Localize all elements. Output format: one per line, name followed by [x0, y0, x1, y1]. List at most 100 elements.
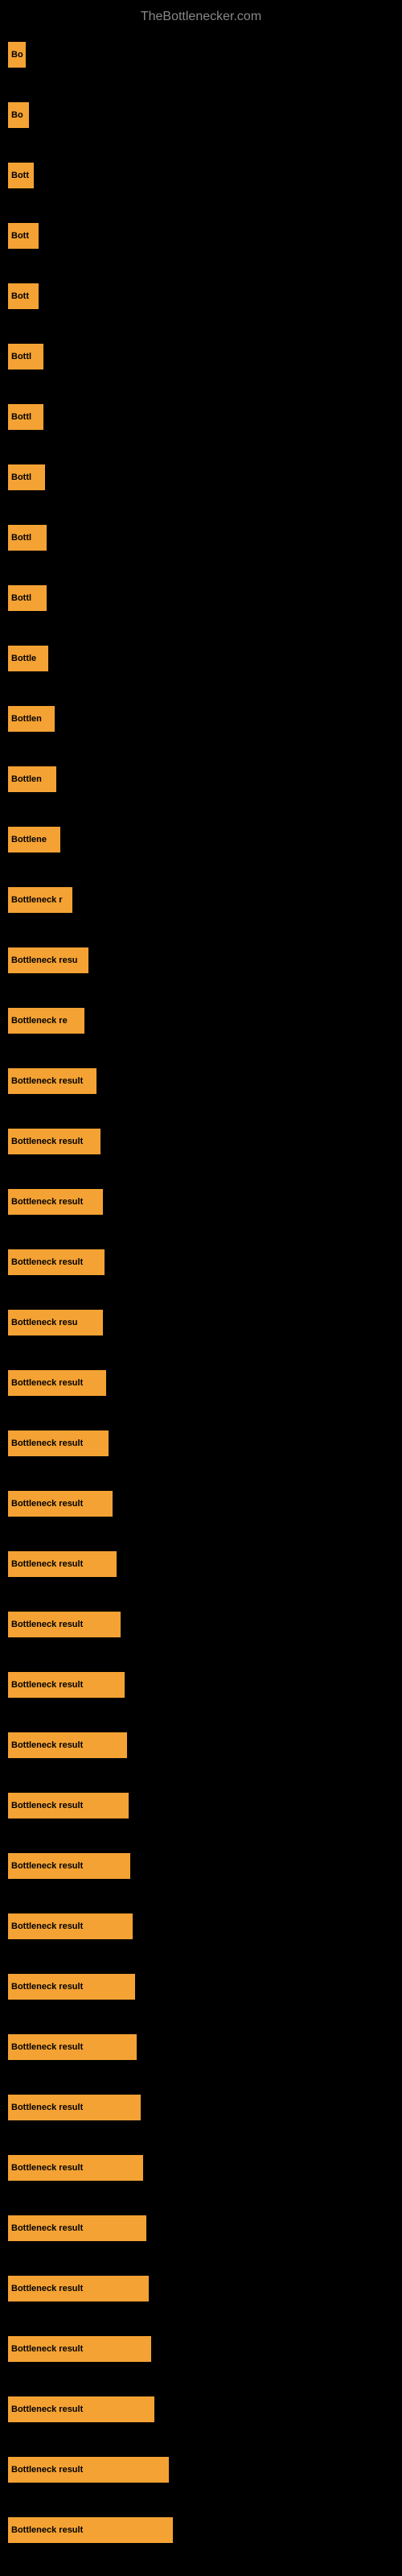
- bar-row: Bottleneck result: [8, 1594, 394, 1654]
- bar-row: Bottleneck resu: [8, 930, 394, 990]
- bar-item: Bottleneck result: [8, 1249, 105, 1275]
- bar-row: Bott: [8, 205, 394, 266]
- bar-item: Bottleneck result: [8, 2215, 146, 2241]
- bar-label: Bottleneck result: [11, 1257, 83, 1267]
- bar-label: Bottl: [11, 412, 31, 422]
- bar-item: Bottlen: [8, 766, 56, 792]
- bar-item: Bottleneck result: [8, 2457, 169, 2483]
- bar-row: Bottleneck result: [8, 2077, 394, 2137]
- bar-item: Bottleneck result: [8, 1793, 129, 1818]
- bar-label: Bottleneck result: [11, 2223, 83, 2233]
- bar-label: Bottlen: [11, 714, 42, 724]
- bar-row: Bottleneck result: [8, 1232, 394, 1292]
- bar-item: Bottleneck result: [8, 2276, 149, 2301]
- bar-row: Bottleneck result: [8, 2017, 394, 2077]
- bar-label: Bottleneck result: [11, 1137, 83, 1146]
- bar-label: Bottleneck result: [11, 2163, 83, 2173]
- bar-label: Bottleneck result: [11, 1197, 83, 1207]
- bar-row: Bottleneck result: [8, 1896, 394, 1956]
- bar-label: Bottleneck result: [11, 1439, 83, 1448]
- bar-row: Bottl: [8, 507, 394, 568]
- bar-row: Bott: [8, 145, 394, 205]
- bar-row: Bo: [8, 24, 394, 85]
- bar-item: Bott: [8, 223, 39, 249]
- bar-label: Bottl: [11, 533, 31, 543]
- bar-item: Bottlene: [8, 827, 60, 852]
- bar-item: Bottleneck result: [8, 2336, 151, 2362]
- bar-label: Bottleneck result: [11, 1861, 83, 1871]
- bars-container: Bo Bo Bott Bott Bott Bottl Bottl Bottl Bottl Bott…: [0, 24, 402, 2560]
- bar-item: Bottleneck result: [8, 1913, 133, 1939]
- bar-row: Bottleneck resu: [8, 1292, 394, 1352]
- bar-label: Bo: [11, 50, 23, 60]
- bar-item: Bottl: [8, 404, 43, 430]
- bar-row: Bottleneck r: [8, 869, 394, 930]
- bar-row: Bottleneck result: [8, 1051, 394, 1111]
- bar-label: Bottleneck resu: [11, 1318, 78, 1327]
- bar-row: Bottleneck result: [8, 1835, 394, 1896]
- bar-item: Bottl: [8, 585, 47, 611]
- bar-row: Bottle: [8, 628, 394, 688]
- bar-label: Bo: [11, 110, 23, 120]
- bar-row: Bott: [8, 266, 394, 326]
- bar-item: Bottleneck result: [8, 1370, 106, 1396]
- bar-label: Bottleneck result: [11, 2103, 83, 2112]
- bar-label: Bottleneck re: [11, 1016, 68, 1026]
- bar-item: Bottl: [8, 464, 45, 490]
- bar-item: Bottleneck result: [8, 1551, 117, 1577]
- bar-label: Bottleneck result: [11, 1982, 83, 1992]
- bar-label: Bottleneck result: [11, 1801, 83, 1810]
- bar-item: Bottleneck result: [8, 1732, 127, 1758]
- bar-row: Bottlene: [8, 809, 394, 869]
- bar-row: Bottleneck result: [8, 1956, 394, 2017]
- bar-item: Bo: [8, 42, 26, 68]
- bar-label: Bott: [11, 291, 29, 301]
- bar-row: Bottleneck result: [8, 2137, 394, 2198]
- bar-row: Bottl: [8, 447, 394, 507]
- bar-item: Bottleneck result: [8, 2396, 154, 2422]
- bar-row: Bottl: [8, 568, 394, 628]
- bar-item: Bottleneck re: [8, 1008, 84, 1034]
- bar-label: Bottleneck result: [11, 1499, 83, 1509]
- bar-row: Bottleneck result: [8, 2198, 394, 2258]
- bar-row: Bottleneck result: [8, 2500, 394, 2560]
- bar-item: Bottl: [8, 344, 43, 369]
- bar-label: Bottleneck result: [11, 2344, 83, 2354]
- bar-row: Bottleneck re: [8, 990, 394, 1051]
- bar-row: Bo: [8, 85, 394, 145]
- bar-item: Bottlen: [8, 706, 55, 732]
- bar-row: Bottleneck result: [8, 2318, 394, 2379]
- bar-label: Bottl: [11, 352, 31, 361]
- bar-label: Bottleneck result: [11, 2525, 83, 2535]
- bar-label: Bottleneck result: [11, 1559, 83, 1569]
- bar-item: Bottleneck resu: [8, 1310, 103, 1335]
- bar-label: Bottle: [11, 654, 36, 663]
- bar-label: Bottlene: [11, 835, 47, 844]
- bar-label: Bottleneck result: [11, 2465, 83, 2475]
- bar-item: Bottleneck result: [8, 1974, 135, 2000]
- bar-item: Bottl: [8, 525, 47, 551]
- bar-label: Bottleneck result: [11, 1076, 83, 1086]
- bar-row: Bottlen: [8, 688, 394, 749]
- bar-label: Bottleneck result: [11, 1922, 83, 1931]
- bar-item: Bottleneck result: [8, 1672, 125, 1698]
- bar-label: Bottl: [11, 593, 31, 603]
- bar-item: Bottleneck result: [8, 2034, 137, 2060]
- bar-item: Bottleneck r: [8, 887, 72, 913]
- bar-item: Bottle: [8, 646, 48, 671]
- bar-row: Bottleneck result: [8, 1413, 394, 1473]
- bar-item: Bottleneck result: [8, 1612, 121, 1637]
- bar-label: Bottleneck result: [11, 2405, 83, 2414]
- bar-row: Bottleneck result: [8, 2379, 394, 2439]
- bar-item: Bottleneck result: [8, 1853, 130, 1879]
- bar-row: Bottleneck result: [8, 1352, 394, 1413]
- bar-label: Bott: [11, 171, 29, 180]
- bar-item: Bottleneck resu: [8, 947, 88, 973]
- bar-row: Bottlen: [8, 749, 394, 809]
- bar-item: Bottleneck result: [8, 2155, 143, 2181]
- bar-label: Bottleneck result: [11, 2042, 83, 2052]
- bar-row: Bottleneck result: [8, 1473, 394, 1534]
- bar-row: Bottleneck result: [8, 2439, 394, 2500]
- bar-item: Bottleneck result: [8, 1491, 113, 1517]
- bar-item: Bottleneck result: [8, 1129, 100, 1154]
